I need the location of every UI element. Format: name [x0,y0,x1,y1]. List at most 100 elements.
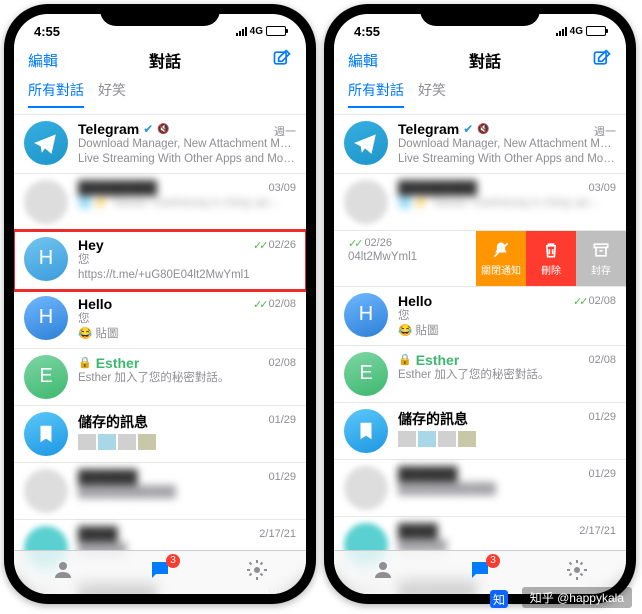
chat-date: 01/29 [268,414,296,426]
chat-date: 週一 [274,123,296,139]
chat-blurred[interactable]: ██████████████████ 01/29 [334,460,626,517]
chat-date: 02/08 [268,357,296,369]
battery-icon [266,26,286,36]
swipe-delete-button[interactable]: 刪除 [526,231,576,286]
chat-list[interactable]: Telegram ✔ 🔇 Download Manager, New Attac… [334,115,626,594]
tab-contacts[interactable] [371,558,395,587]
point-icon: 👉 [415,197,429,209]
unread-badge: 3 [166,554,180,568]
point-icon: 👉 [95,197,109,209]
tab-all[interactable]: 所有對話 [348,80,404,108]
zhihu-logo: 知 [490,590,508,608]
lock-icon: 🔒 [398,353,412,366]
chat-blurred[interactable]: ████████ 🌐 👉 Taiwan, Kaohsiung is rising… [334,174,626,231]
chat-esther[interactable]: E 🔒Esther Esther 加入了您的秘密對話。 02/08 [14,349,306,406]
tab-chats[interactable]: 3 [148,558,172,587]
chat-date: 2/17/21 [579,525,616,537]
chat-preview: Download Manager, New Attachment Menu, [398,137,616,152]
chat-date: 01/29 [588,411,616,423]
compose-button[interactable] [272,48,292,73]
chat-saved[interactable]: 儲存的訊息 01/29 [14,406,306,463]
avatar: H [24,237,68,281]
swipe-actions: 關閉通知 刪除 封存 [476,231,626,286]
chat-name: Telegram [398,121,459,137]
watermark: 知乎 @happykala [522,587,632,608]
chat-name: Hello [398,293,432,309]
chat-date: ✓✓ 02/08 [573,295,616,308]
avatar: E [24,355,68,399]
edit-button[interactable]: 編輯 [28,50,58,71]
chat-you: 您 [78,312,296,327]
avatar: H [344,293,388,337]
chat-name: Telegram [78,121,139,137]
chat-link: 04lt2MwYml1 [348,250,476,265]
chat-saved[interactable]: 儲存的訊息 01/29 [334,403,626,460]
chat-blurred[interactable]: ██████████████████ 01/29 [14,463,306,520]
chat-blurred[interactable]: ████████ 🌐 👉 Taiwan, Kaohsiung is rising… [14,174,306,231]
phone-left: 4:55 4G 編輯 對話 所有對話 好笑 [4,4,316,604]
tab-settings[interactable] [245,558,269,587]
chat-date: ✓✓ 02/26 [253,239,296,252]
tab-chats[interactable]: 3 [468,558,492,587]
chat-telegram[interactable]: Telegram ✔ 🔇 Download Manager, New Attac… [334,115,626,174]
avatar-saved [24,412,68,456]
notch [420,4,540,26]
phone-right: 4:55 4G 編輯 對話 所有對話 好笑 [324,4,636,604]
chat-date: 01/29 [268,471,296,483]
swipe-mute-button[interactable]: 關閉通知 [476,231,526,286]
screen-left: 4:55 4G 編輯 對話 所有對話 好笑 [14,14,306,594]
tab-all[interactable]: 所有對話 [28,80,84,108]
chat-hello[interactable]: H Hello 您 😂 貼圖 ✓✓ 02/08 [14,290,306,349]
read-icon: ✓✓ [573,295,585,308]
network-label: 4G [250,26,263,37]
chat-hey-highlighted[interactable]: H Hey 您 https://t.me/+uG80E04lt2MwYml1 ✓… [14,231,306,290]
tab-contacts[interactable] [51,558,75,587]
media-thumbs [78,434,296,450]
chat-preview: Esther 加入了您的秘密對話。 [398,368,616,383]
chat-esther[interactable]: E 🔒Esther Esther 加入了您的秘密對話。 02/08 [334,346,626,403]
nav-bar: 編輯 對話 [14,44,306,76]
avatar: H [24,296,68,340]
edit-button[interactable]: 編輯 [348,50,378,71]
globe-icon: 🌐 [398,197,412,209]
read-icon: ✓✓ [253,298,265,311]
avatar-telegram [24,121,68,165]
chat-date: 2/17/21 [259,528,296,540]
screen-right: 4:55 4G 編輯 對話 所有對話 好笑 [334,14,626,594]
tab-fun[interactable]: 好笑 [98,80,126,108]
swipe-archive-button[interactable]: 封存 [576,231,626,286]
chat-you: 您 [398,309,616,324]
chat-preview: Esther 加入了您的秘密對話。 [78,371,296,386]
chat-hey-swiped[interactable]: ✓✓ 02/26 04lt2MwYml1 關閉通知 刪除 [334,231,626,287]
unread-badge: 3 [486,554,500,568]
chat-preview: Live Streaming With Other Apps and More.… [398,152,616,167]
chat-hello[interactable]: H Hello 您 😂 貼圖 ✓✓ 02/08 [334,287,626,346]
avatar [344,466,388,510]
avatar: E [344,352,388,396]
network-label: 4G [570,26,583,37]
chat-date: 03/09 [588,182,616,194]
compose-button[interactable] [592,48,612,73]
chat-telegram[interactable]: Telegram ✔ 🔇 Download Manager, New Attac… [14,115,306,174]
chat-list[interactable]: Telegram ✔ 🔇 Download Manager, New Attac… [14,115,306,594]
chat-you: 您 [78,253,296,268]
media-thumbs [398,431,616,447]
mute-icon: 🔇 [157,124,169,135]
tab-settings[interactable] [565,558,589,587]
chat-sticker: 😂 貼圖 [78,327,296,342]
page-title: 對話 [149,48,181,72]
lock-icon: 🔒 [78,356,92,369]
chat-sticker: 😂 貼圖 [398,324,616,339]
signal-icon [556,27,567,36]
nav-bar: 編輯 對話 [334,44,626,76]
chat-name: 儲存的訊息 [78,412,148,432]
folder-tabs: 所有對話 好笑 [334,76,626,115]
avatar-saved [344,409,388,453]
verified-icon: ✔ [463,122,473,136]
avatar [24,180,68,224]
chat-name: Hello [78,296,112,312]
tab-fun[interactable]: 好笑 [418,80,446,108]
avatar-telegram [344,121,388,165]
battery-icon [586,26,606,36]
chat-date: ✓✓ 02/08 [253,298,296,311]
